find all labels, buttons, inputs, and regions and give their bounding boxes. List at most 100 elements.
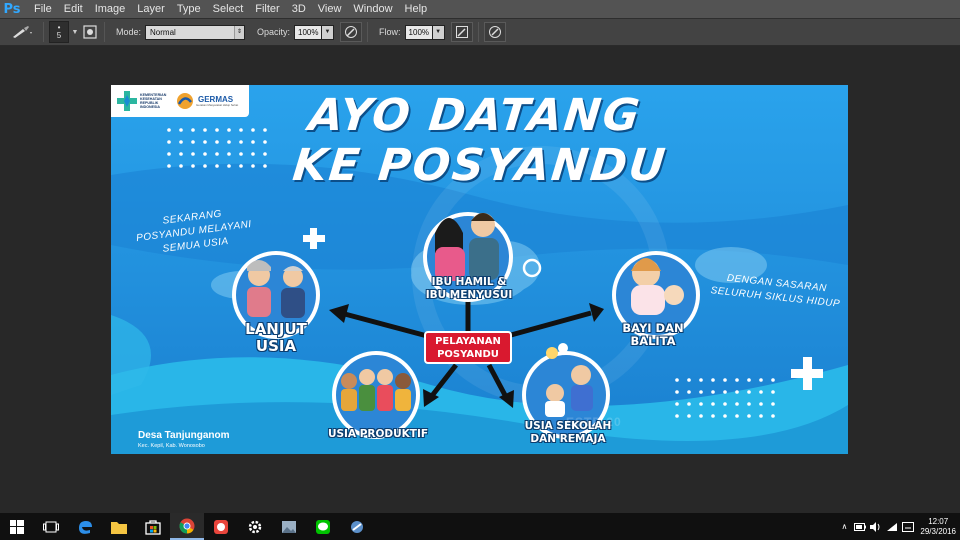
edge-button[interactable] — [68, 513, 102, 540]
logo-box: KEMENTERIAN KESEHATAN REPUBLIK INDONESIA… — [111, 85, 249, 117]
decor-dot — [759, 414, 763, 418]
decor-dot — [711, 390, 715, 394]
center-badge-line: PELAYANAN — [435, 335, 501, 347]
decor-dot — [203, 164, 207, 168]
brush-size-picker[interactable]: • 5 — [49, 21, 69, 43]
document-workspace[interactable]: KEMENTERIAN KESEHATAN REPUBLIK INDONESIA… — [0, 47, 960, 513]
menu-image[interactable]: Image — [91, 0, 134, 18]
airbrush-icon — [455, 26, 468, 38]
menu-layer[interactable]: Layer — [133, 0, 173, 18]
red-app-button[interactable] — [204, 513, 238, 540]
poster-title-line1: AYO DATANG — [306, 90, 644, 141]
ime-button[interactable] — [900, 513, 916, 540]
photoshop-window: Ps File Edit Image Layer Type Select Fil… — [0, 0, 960, 540]
menu-window[interactable]: Window — [349, 0, 400, 18]
store-icon — [145, 519, 161, 535]
decor-dot — [215, 128, 219, 132]
decor-dot — [263, 128, 267, 132]
menu-view[interactable]: View — [314, 0, 350, 18]
mode-select[interactable]: Normal ⇕ — [145, 24, 246, 40]
settings-button[interactable] — [238, 513, 272, 540]
label-bayi: BAYI DAN BALITA — [603, 322, 703, 348]
document-canvas[interactable]: KEMENTERIAN KESEHATAN REPUBLIK INDONESIA… — [111, 85, 848, 454]
opacity-input[interactable]: 100% — [294, 24, 323, 40]
decor-dot — [179, 140, 183, 144]
menu-3d[interactable]: 3D — [288, 0, 314, 18]
mode-value: Normal — [150, 27, 176, 37]
label-produktif-line: USIA PRODUKTIF — [327, 428, 429, 440]
network-button[interactable] — [884, 513, 900, 540]
decor-dot — [251, 140, 255, 144]
opacity-dropdown-icon[interactable]: ▼ — [322, 24, 335, 40]
decor-dot — [771, 390, 775, 394]
task-view-icon — [43, 521, 59, 532]
decor-dot — [759, 390, 763, 394]
pen-pressure-icon — [345, 26, 358, 38]
menu-file[interactable]: File — [30, 0, 60, 18]
kemenkes-text: KEMENTERIAN KESEHATAN REPUBLIK INDONESIA — [140, 93, 167, 109]
menu-filter[interactable]: Filter — [251, 0, 287, 18]
decor-dot — [191, 164, 195, 168]
decor-dot — [723, 390, 727, 394]
brush-dropdown-arrow-icon[interactable]: ▼ — [69, 29, 81, 36]
decor-dot — [239, 152, 243, 156]
battery-button[interactable] — [852, 513, 868, 540]
label-ibu-line: IBU HAMIL & — [431, 276, 507, 288]
label-lansia-line: USIA — [255, 337, 297, 355]
tool-preset-picker[interactable] — [6, 21, 38, 43]
file-explorer-button[interactable] — [102, 513, 136, 540]
volume-icon — [870, 521, 880, 532]
decor-dot — [203, 152, 207, 156]
mode-label: Mode: — [116, 27, 142, 37]
decor-dot — [687, 390, 691, 394]
show-hidden-icons-button[interactable]: ∧ — [836, 513, 852, 540]
decor-dot — [191, 152, 195, 156]
line-button[interactable] — [306, 513, 340, 540]
airbrush-button[interactable] — [450, 22, 473, 42]
village-name: Desa Tanjunganom — [138, 430, 230, 441]
photos-button[interactable] — [272, 513, 306, 540]
decor-dot — [203, 140, 207, 144]
label-produktif: USIA PRODUKTIF — [316, 428, 440, 441]
decor-dot — [227, 152, 231, 156]
chevron-updown-icon: ⇕ — [234, 25, 245, 39]
start-button[interactable] — [0, 513, 34, 540]
menu-select[interactable]: Select — [209, 0, 252, 18]
decor-dot — [251, 164, 255, 168]
village-subtitle: Kec. Kepil, Kab. Wonosobo — [138, 443, 205, 449]
menu-help[interactable]: Help — [401, 0, 436, 18]
store-button[interactable] — [136, 513, 170, 540]
decor-dot — [771, 378, 775, 382]
label-ibu: IBU HAMIL & IBU MENYUSUI — [413, 276, 525, 302]
menu-type[interactable]: Type — [173, 0, 209, 18]
menu-edit[interactable]: Edit — [60, 0, 91, 18]
decor-dot — [251, 128, 255, 132]
chrome-icon — [179, 518, 195, 533]
center-badge-line: POSYANDU — [437, 348, 499, 360]
decor-dot — [215, 164, 219, 168]
clock-time: 12:07 — [928, 516, 949, 526]
decor-dot — [227, 128, 231, 132]
app-red-icon — [214, 519, 228, 534]
line-icon — [316, 519, 330, 534]
task-view-button[interactable] — [34, 513, 68, 540]
brush-panel-toggle[interactable] — [81, 23, 99, 41]
pressure-opacity-button[interactable] — [340, 22, 363, 42]
decor-dot — [747, 378, 751, 382]
clock[interactable]: 12:07 29/3/2016 — [916, 517, 960, 537]
chevron-up-icon: ∧ — [841, 522, 848, 531]
decor-dot — [203, 128, 207, 132]
other-app-button[interactable] — [340, 513, 374, 540]
chrome-button[interactable] — [170, 513, 204, 540]
decor-dot — [699, 390, 703, 394]
separator — [43, 22, 44, 42]
volume-button[interactable] — [868, 513, 884, 540]
menu-bar: Ps File Edit Image Layer Type Select Fil… — [0, 0, 960, 18]
decor-dot — [747, 390, 751, 394]
flow-input[interactable]: 100% — [404, 24, 433, 40]
decor-dot — [179, 152, 183, 156]
decor-dot — [723, 414, 727, 418]
pressure-size-button[interactable] — [483, 22, 506, 42]
decor-dot — [167, 152, 171, 156]
flow-dropdown-icon[interactable]: ▼ — [432, 24, 445, 40]
